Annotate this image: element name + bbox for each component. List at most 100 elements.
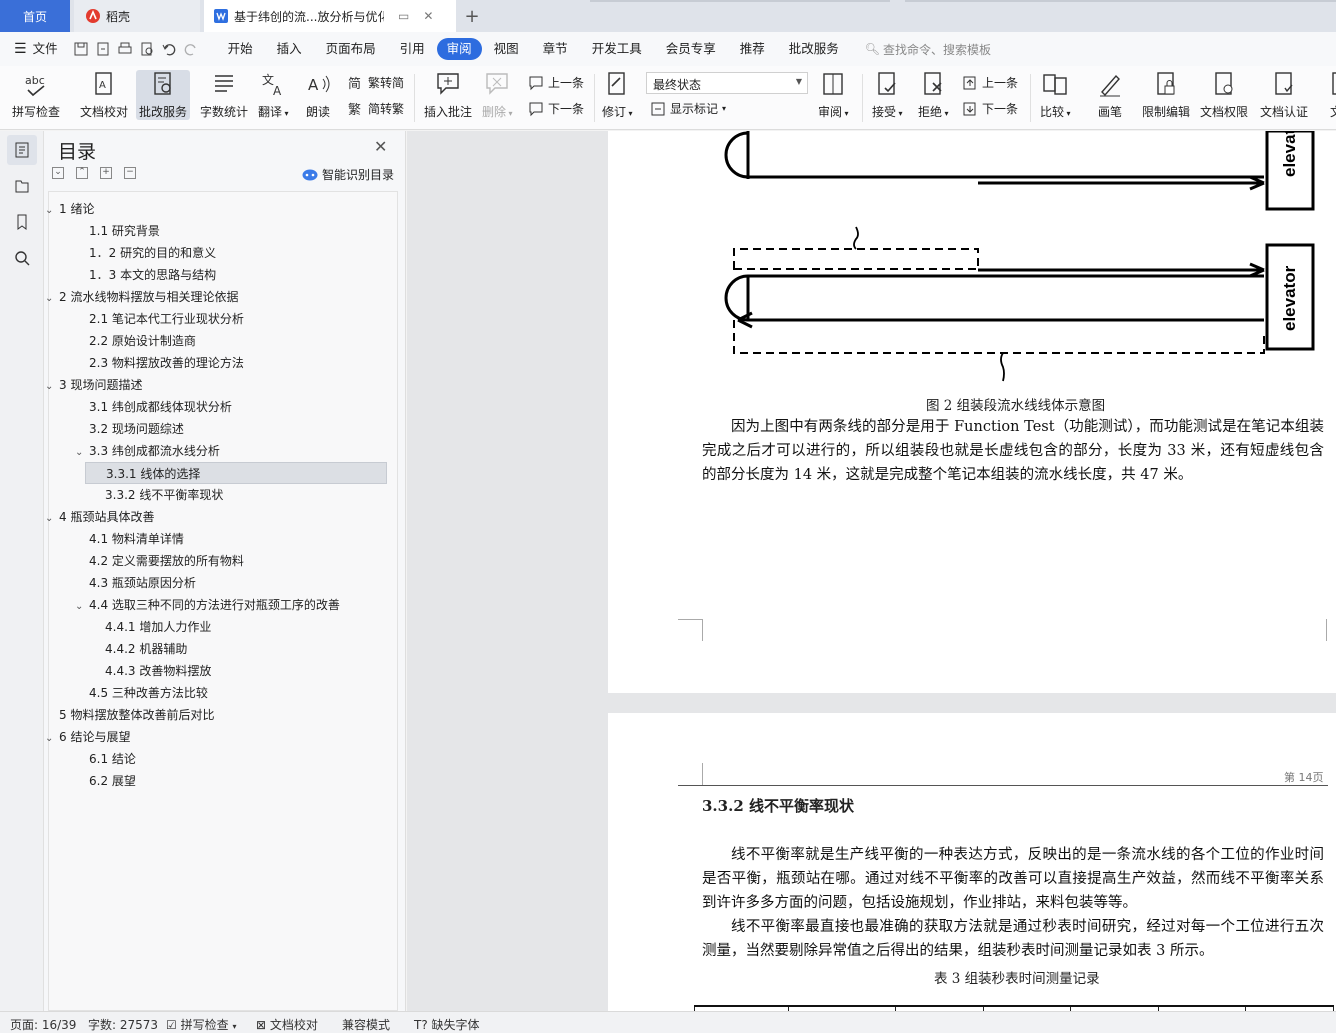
toc-item[interactable]: 6.2 展望 [89, 770, 136, 792]
document-page[interactable]: elevator elevator 图 2 组装段流水线线体示意图 因为上图中有… [608, 131, 1336, 693]
review-pane-button[interactable]: 审阅 ▾ [818, 70, 849, 120]
toc-item[interactable]: 4.4.3 改善物料摆放 [105, 660, 211, 682]
correction-service-button[interactable]: 批改服务 [136, 70, 191, 120]
close-icon[interactable]: ✕ [423, 9, 433, 23]
command-search[interactable]: 查找命令、搜索模板 [883, 41, 991, 58]
menu-view[interactable]: 视图 [482, 38, 531, 60]
doc-auth-button[interactable]: 文档认证 [1260, 70, 1308, 120]
print-preview-icon[interactable] [140, 42, 154, 56]
spell-check-status[interactable]: ☑ 拼写检查 ▾ [166, 1016, 236, 1033]
hamburger-icon[interactable]: ☰ [14, 41, 27, 57]
chevron-down-icon[interactable]: ⌄ [75, 442, 89, 464]
toc-item[interactable]: 4.4.1 增加人力作业 [105, 616, 211, 638]
prev-change-button[interactable]: 上一条 [962, 74, 1018, 91]
find-pane-button[interactable] [7, 243, 37, 273]
menu-developer[interactable]: 开发工具 [580, 38, 654, 60]
accept-button[interactable]: 接受 ▾ [872, 70, 903, 120]
toc-item[interactable]: 3.1 纬创成都线体现状分析 [89, 396, 232, 418]
window-icon[interactable]: ▭ [398, 9, 409, 23]
toc-item[interactable]: 3.2 现场问题综述 [89, 418, 184, 440]
menu-page-layout[interactable]: 页面布局 [314, 38, 388, 60]
toc-item[interactable]: ⌄ 3 现场问题描述 [45, 374, 142, 396]
document-canvas[interactable]: elevator elevator 图 2 组装段流水线线体示意图 因为上图中有… [407, 131, 1336, 1011]
menu-review[interactable]: 审阅 [436, 38, 482, 60]
minus-icon[interactable]: − [124, 167, 136, 179]
markup-state-select[interactable]: 最终状态 ▼ [646, 72, 808, 94]
bookmark-pane-button[interactable] [7, 207, 37, 237]
chevron-down-icon[interactable]: ⌄ [75, 596, 89, 618]
menu-member[interactable]: 会员专享 [654, 38, 728, 60]
toc-item[interactable]: ⌄ 1 绪论 [45, 198, 94, 220]
toc-item[interactable]: 1.1 研究背景 [89, 220, 160, 242]
doc-proof-status[interactable]: ⊠ 文档校对 [256, 1016, 318, 1033]
toc-item[interactable]: 6.1 结论 [89, 748, 136, 770]
chevron-down-icon[interactable]: ⌄ [45, 728, 59, 750]
toc-item[interactable]: 4.3 瓶颈站原因分析 [89, 572, 196, 594]
toc-item[interactable]: 1．2 研究的目的和意义 [89, 242, 216, 264]
toc-item[interactable]: 4.4.2 机器辅助 [105, 638, 187, 660]
document-page[interactable]: 第 14页 3.3.2 线不平衡率现状 线不平衡率就是生产线平衡的一种表达方式，… [608, 713, 1336, 1011]
menu-start[interactable]: 开始 [216, 38, 265, 60]
menu-file[interactable]: 文件 [27, 38, 70, 60]
doc-proof-button[interactable]: A 文档校对 [80, 70, 128, 120]
restrict-edit-button[interactable]: 限制编辑 [1142, 70, 1190, 120]
toc-item[interactable]: 3.3.2 线不平衡率现状 [105, 484, 223, 506]
next-comment-button[interactable]: 下一条 [528, 100, 584, 117]
toc-item[interactable]: 3.3.1 线体的选择 [85, 462, 387, 484]
print-icon[interactable] [118, 42, 132, 56]
pen-button[interactable]: 画笔 [1096, 70, 1124, 120]
page-indicator[interactable]: 页面: 16/39 [10, 1016, 76, 1033]
undo-icon[interactable] [162, 42, 176, 56]
delete-comment-button[interactable]: 删除 ▾ [482, 70, 513, 120]
chapter-pane-button[interactable] [7, 171, 37, 201]
translate-button[interactable]: 文A 翻译 ▾ [258, 70, 289, 120]
toc-item[interactable]: 4.2 定义需要摆放的所有物料 [89, 550, 244, 572]
trad-to-simp-button[interactable]: 简 繁转简 [348, 74, 404, 91]
more-ribbon-button[interactable]: 文 [1322, 70, 1336, 120]
smart-toc-button[interactable]: 智能识别目录 [302, 166, 394, 183]
save-icon[interactable] [74, 42, 88, 56]
doc-permission-button[interactable]: 文档权限 [1200, 70, 1248, 120]
redo-icon[interactable] [184, 42, 198, 56]
new-tab-button[interactable]: + [462, 0, 482, 32]
toc-item[interactable]: 2.2 原始设计制造商 [89, 330, 196, 352]
chevron-down-icon[interactable]: ⌄ [45, 288, 59, 310]
prev-comment-button[interactable]: 上一条 [528, 74, 584, 91]
toc-item[interactable]: 5 物料摆放整体改善前后对比 [59, 704, 214, 726]
revise-button[interactable]: 修订 ▾ [602, 70, 633, 120]
toc-pane-button[interactable] [7, 135, 37, 165]
close-icon[interactable]: ✕ [374, 137, 387, 156]
tab-home[interactable]: 首页 [0, 0, 70, 32]
toc-item[interactable]: 4.1 物料清单详情 [89, 528, 184, 550]
expand-up-icon[interactable]: ⌃ [76, 167, 88, 179]
toc-item[interactable]: 4.5 三种改善方法比较 [89, 682, 208, 704]
chevron-down-icon[interactable]: ⌄ [45, 508, 59, 530]
missing-font-status[interactable]: T? 缺失字体 [414, 1016, 480, 1033]
menu-references[interactable]: 引用 [388, 38, 437, 60]
toc-item[interactable]: 2.1 笔记本代工行业现状分析 [89, 308, 244, 330]
compat-mode[interactable]: 兼容模式 [342, 1016, 390, 1033]
spell-check-button[interactable]: abc 拼写检查 [12, 70, 60, 120]
chevron-down-icon[interactable]: ⌄ [45, 200, 59, 222]
next-change-button[interactable]: 下一条 [962, 100, 1018, 117]
simp-to-trad-button[interactable]: 繁 简转繁 [348, 100, 404, 117]
toc-item[interactable]: ⌄ 3.3 纬创成都流水线分析 [75, 440, 220, 462]
toc-item[interactable]: 2.3 物料摆放改善的理论方法 [89, 352, 244, 374]
menu-correction-service[interactable]: 批改服务 [777, 38, 851, 60]
insert-comment-button[interactable]: 插入批注 [424, 70, 472, 120]
word-count-button[interactable]: 字数统计 [200, 70, 248, 120]
toc-item[interactable]: ⌄ 2 流水线物料摆放与相关理论依据 [45, 286, 238, 308]
toc-item[interactable]: ⌄ 4 瓶颈站具体改善 [45, 506, 154, 528]
toc-item[interactable]: ⌄ 4.4 选取三种不同的方法进行对瓶颈工序的改善 [75, 594, 340, 616]
toc-item[interactable]: ⌄ 6 结论与展望 [45, 726, 130, 748]
tab-document[interactable]: 基于纬创的流...放分析与优化 ▭ ✕ [204, 0, 456, 32]
plus-icon[interactable]: + [100, 167, 112, 179]
show-marks-button[interactable]: 显示标记 ▾ [650, 100, 726, 117]
toc-item[interactable]: 1．3 本文的思路与结构 [89, 264, 216, 286]
chevron-down-icon[interactable]: ⌄ [45, 376, 59, 398]
tab-docer[interactable]: 稻壳 [74, 0, 200, 32]
menu-section[interactable]: 章节 [531, 38, 580, 60]
reject-button[interactable]: 拒绝 ▾ [918, 70, 949, 120]
menu-recommend[interactable]: 推荐 [728, 38, 777, 60]
compare-button[interactable]: 比较 ▾ [1040, 70, 1071, 120]
